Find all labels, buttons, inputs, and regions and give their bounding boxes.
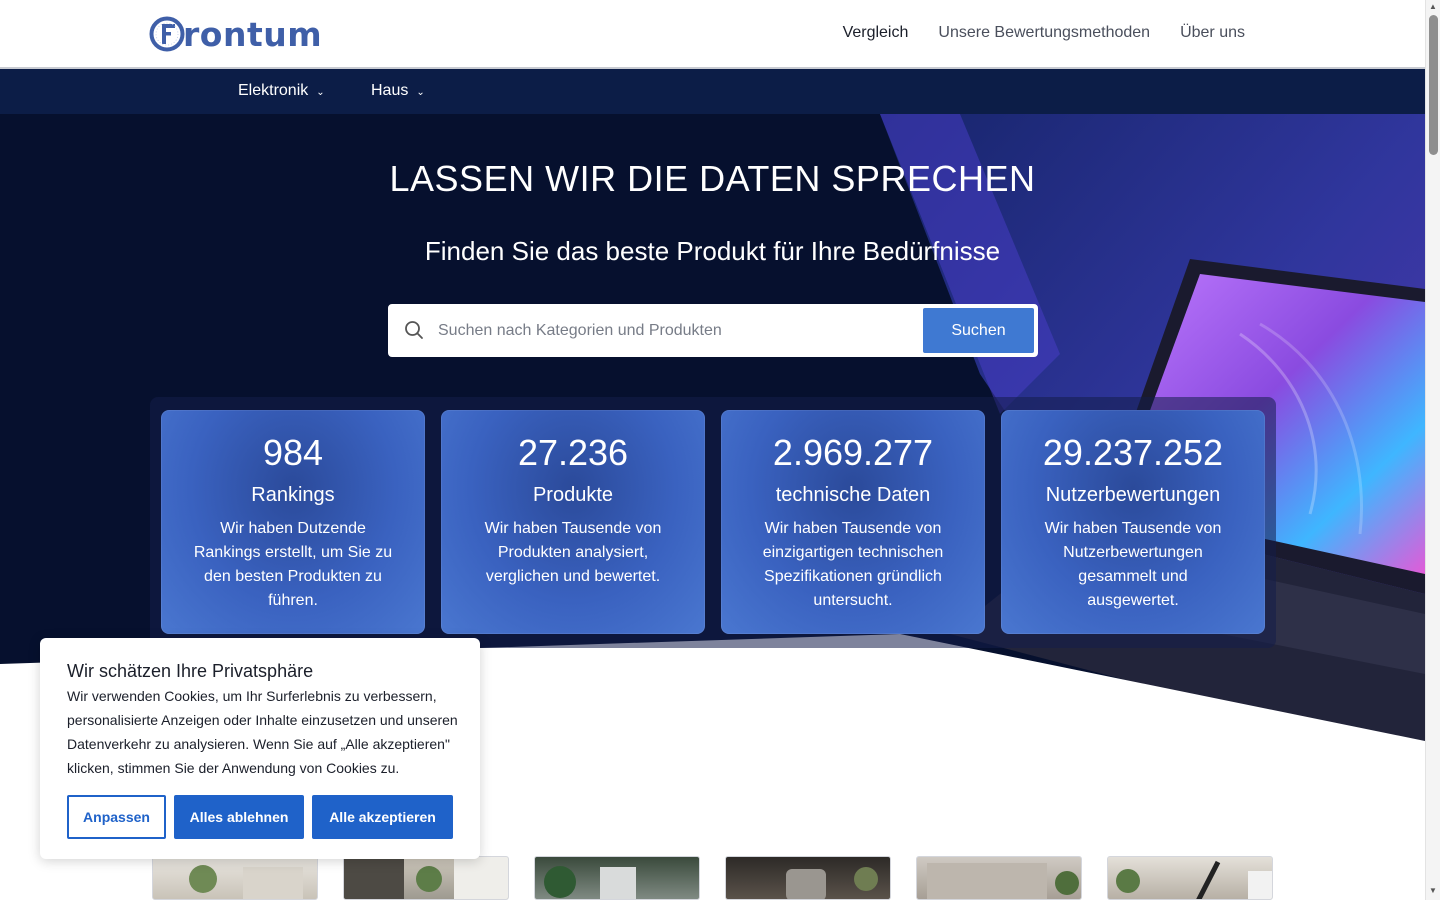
- category-thumbnail[interactable]: [343, 856, 509, 900]
- stat-card-nutzerbewertungen: 29.237.252 Nutzerbewertungen Wir haben T…: [1001, 410, 1265, 634]
- stat-description: Wir haben Dutzende Rankings erstellt, um…: [193, 520, 393, 609]
- scrollbar-thumb[interactable]: [1429, 15, 1438, 155]
- stat-label: Nutzerbewertungen: [1045, 484, 1221, 506]
- logo[interactable]: rontum: [149, 14, 322, 54]
- cookie-text: Wir verwenden Cookies, um Ihr Surferlebn…: [67, 688, 458, 776]
- logo-text: rontum: [183, 14, 323, 54]
- stat-label: technische Daten: [775, 484, 931, 506]
- chevron-down-icon: ⌄: [416, 87, 425, 98]
- category-thumbnail[interactable]: [916, 856, 1082, 900]
- category-thumbnail[interactable]: [152, 856, 318, 900]
- category-elektronik[interactable]: Elektronik ⌄: [238, 82, 325, 100]
- category-thumbnail[interactable]: [534, 856, 700, 900]
- main-nav: Vergleich Unsere Bewertungsmethoden Über…: [843, 24, 1245, 42]
- category-thumbnails: [152, 856, 1277, 900]
- stat-label: Rankings: [251, 484, 335, 506]
- scroll-down-icon[interactable]: ▼: [1429, 886, 1437, 895]
- stat-number: 29.237.252: [1042, 432, 1224, 473]
- scroll-up-icon[interactable]: ▲: [1429, 2, 1437, 11]
- stat-label: Produkte: [532, 484, 614, 506]
- thumbnail-image: [786, 867, 878, 899]
- search-button[interactable]: Suchen: [923, 308, 1034, 353]
- category-bar: Elektronik ⌄ Haus ⌄: [0, 69, 1425, 114]
- search-bar: Suchen: [388, 304, 1038, 357]
- hero-subtitle: Finden Sie das beste Produkt für Ihre Be…: [424, 236, 1001, 266]
- nav-ueber-uns[interactable]: Über uns: [1180, 24, 1245, 42]
- thumbnail-image: [544, 866, 636, 899]
- stat-description: Wir haben Tausende von Nutzerbewertungen…: [1044, 520, 1222, 609]
- nav-bewertungsmethoden[interactable]: Unsere Bewertungsmethoden: [938, 24, 1150, 42]
- search-icon: [405, 321, 423, 339]
- stat-number: 984: [262, 432, 324, 473]
- hero-title: LASSEN WIR DIE DATEN SPRECHEN: [389, 158, 1036, 199]
- nav-vergleich[interactable]: Vergleich: [843, 24, 909, 42]
- stat-card-produkte: 27.236 Produkte Wir haben Tausende von P…: [441, 410, 705, 634]
- stats-panel: 984 Rankings Wir haben Dutzende Rankings…: [150, 397, 1276, 648]
- stat-description: Wir haben Tausende von Produkten analysi…: [484, 520, 662, 585]
- thumbnail-image: [1116, 860, 1272, 899]
- search-input[interactable]: [438, 316, 908, 346]
- cookie-consent-dialog: Wir schätzen Ihre Privatsphäre Wir verwe…: [40, 638, 480, 859]
- category-label: Haus: [371, 82, 409, 99]
- stat-description: Wir haben Tausende von einzigartigen tec…: [762, 520, 944, 609]
- site-header: rontum Vergleich Unsere Bewertungsmethod…: [0, 0, 1425, 69]
- category-haus[interactable]: Haus ⌄: [371, 82, 425, 100]
- logo-icon: [149, 16, 185, 52]
- stat-number: 27.236: [517, 432, 629, 473]
- cookie-customize-button[interactable]: Anpassen: [67, 795, 166, 839]
- cookie-accept-button[interactable]: Alle akzeptieren: [312, 795, 453, 839]
- stat-card-technische-daten: 2.969.277 technische Daten Wir haben Tau…: [721, 410, 985, 634]
- chevron-down-icon: ⌄: [316, 87, 325, 98]
- thumbnail-image: [927, 863, 1079, 899]
- cookie-title: Wir schätzen Ihre Privatsphäre: [67, 661, 314, 681]
- stat-number: 2.969.277: [772, 432, 934, 473]
- thumbnail-image: [189, 865, 303, 899]
- category-thumbnail[interactable]: [1107, 856, 1273, 900]
- thumbnail-image: [344, 857, 508, 899]
- cookie-reject-button[interactable]: Alles ablehnen: [174, 795, 304, 839]
- page-scrollbar[interactable]: ▲ ▼: [1425, 0, 1440, 900]
- category-thumbnail[interactable]: [725, 856, 891, 900]
- category-label: Elektronik: [238, 82, 309, 99]
- stat-card-rankings: 984 Rankings Wir haben Dutzende Rankings…: [161, 410, 425, 634]
